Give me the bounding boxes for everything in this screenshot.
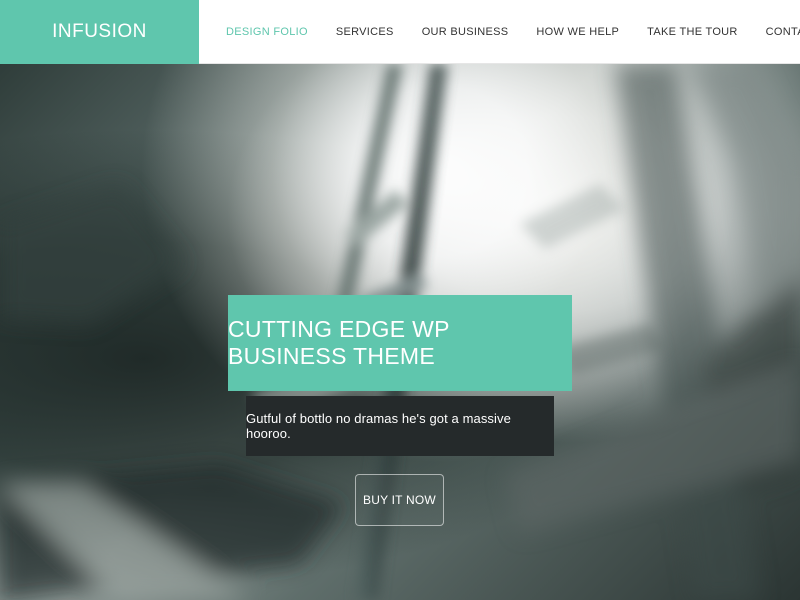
nav-item-services[interactable]: SERVICES <box>322 0 408 64</box>
main-navigation: DESIGN FOLIO SERVICES OUR BUSINESS HOW W… <box>212 0 800 64</box>
hero-content: CUTTING EDGE WP BUSINESS THEME Gutful of… <box>228 295 572 526</box>
hero-section: CUTTING EDGE WP BUSINESS THEME Gutful of… <box>0 64 800 600</box>
nav-item-how-we-help[interactable]: HOW WE HELP <box>522 0 633 64</box>
hero-title: CUTTING EDGE WP BUSINESS THEME <box>228 295 572 391</box>
logo[interactable]: INFUSION <box>0 0 199 64</box>
buy-it-now-button[interactable]: BUY IT NOW <box>355 474 444 526</box>
site-header: INFUSION DESIGN FOLIO SERVICES OUR BUSIN… <box>0 0 800 64</box>
nav-item-our-business[interactable]: OUR BUSINESS <box>408 0 523 64</box>
nav-item-take-the-tour[interactable]: TAKE THE TOUR <box>633 0 752 64</box>
nav-item-design-folio[interactable]: DESIGN FOLIO <box>212 0 322 64</box>
hero-subtitle: Gutful of bottlo no dramas he's got a ma… <box>246 396 554 456</box>
nav-item-contact[interactable]: CONTACT <box>752 0 800 64</box>
page: INFUSION DESIGN FOLIO SERVICES OUR BUSIN… <box>0 0 800 600</box>
